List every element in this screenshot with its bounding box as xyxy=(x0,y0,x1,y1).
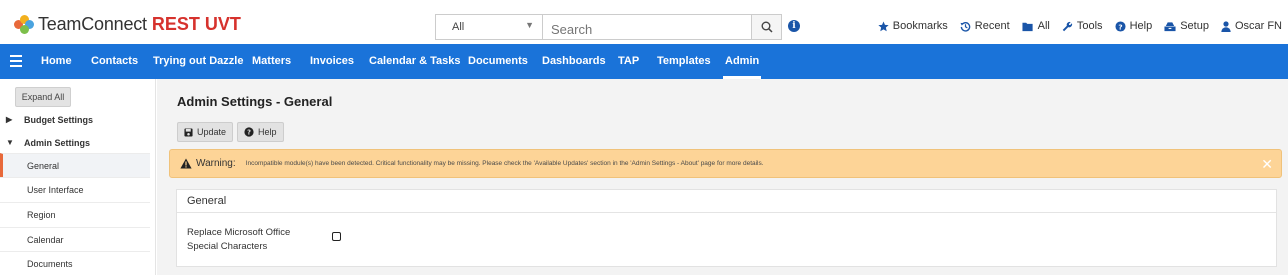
close-icon[interactable]: ✕ xyxy=(1261,156,1273,173)
warning-banner: Warning: Incompatible module(s) have bee… xyxy=(169,149,1282,178)
help-circle-icon: ? xyxy=(244,127,254,137)
info-icon[interactable]: i xyxy=(788,20,800,32)
sidebar-group-label: Admin Settings xyxy=(24,138,91,148)
sidebar-item-region[interactable]: Region xyxy=(0,202,150,226)
recent-link[interactable]: Recent xyxy=(960,20,1010,32)
sidebar-item-general[interactable]: General xyxy=(0,153,150,177)
sidebar-item-user-interface[interactable]: User Interface xyxy=(0,177,150,201)
warning-icon xyxy=(180,158,192,169)
help-link[interactable]: ? Help xyxy=(1115,20,1153,32)
sidebar-item-documents[interactable]: Documents xyxy=(0,251,150,275)
sidebar-item-calendar[interactable]: Calendar xyxy=(0,227,150,251)
field-label-line: Replace Microsoft Office xyxy=(187,227,291,238)
folder-icon xyxy=(1022,22,1033,31)
page-title: Admin Settings - General xyxy=(177,94,333,109)
user-name: Oscar FN xyxy=(1234,20,1282,32)
warning-message: Incompatible module(s) have been detecte… xyxy=(245,160,764,167)
app-name: TeamConnect xyxy=(38,14,147,34)
search-button[interactable] xyxy=(752,14,782,40)
update-label: Update xyxy=(197,127,227,137)
sidebar-group-label: Budget Settings xyxy=(24,115,93,125)
recent-label: Recent xyxy=(974,20,1010,32)
top-header: TeamConnect REST UVT All ▼ i Bookmarks R… xyxy=(0,0,1288,44)
app-environment: REST UVT xyxy=(151,14,241,34)
hamburger-menu-icon[interactable] xyxy=(10,55,22,67)
header-links: Bookmarks Recent All Tools ? Help Setup … xyxy=(866,20,1282,32)
expand-all-button[interactable]: Expand All xyxy=(15,87,71,107)
nav-templates[interactable]: Templates xyxy=(657,44,711,79)
wrench-icon xyxy=(1062,21,1072,31)
help-circle-icon: ? xyxy=(1115,20,1126,32)
bookmarks-label: Bookmarks xyxy=(892,20,948,32)
nav-admin[interactable]: Admin xyxy=(722,44,762,79)
help-button-label: Help xyxy=(258,127,277,137)
chevron-down-icon: ▼ xyxy=(525,20,534,30)
search-scope-select[interactable]: All ▼ xyxy=(435,14,542,40)
nav-matters[interactable]: Matters xyxy=(252,44,291,79)
caret-right-icon: ▶ xyxy=(6,115,13,124)
general-settings-panel: General Replace Microsoft Office Special… xyxy=(176,189,1277,267)
sidebar-group-budget-settings[interactable]: ▶ Budget Settings xyxy=(0,109,150,131)
setup-link[interactable]: Setup xyxy=(1164,20,1209,32)
app-logo[interactable]: TeamConnect REST UVT xyxy=(14,14,241,35)
nav-trying-out-dazzle[interactable]: Trying out Dazzle xyxy=(153,44,243,79)
setup-label: Setup xyxy=(1180,20,1209,32)
admin-sidebar: Expand All ▶ Budget Settings ▼ Admin Set… xyxy=(0,79,156,275)
tools-link[interactable]: Tools xyxy=(1062,20,1103,32)
search-input[interactable] xyxy=(542,14,752,40)
user-icon xyxy=(1221,20,1231,32)
replace-special-chars-label: Replace Microsoft Office Special Charact… xyxy=(187,226,317,254)
user-menu[interactable]: Oscar FN xyxy=(1221,20,1282,32)
nav-home[interactable]: Home xyxy=(41,44,72,79)
bookmarks-link[interactable]: Bookmarks xyxy=(878,20,948,32)
nav-documents[interactable]: Documents xyxy=(468,44,528,79)
svg-text:?: ? xyxy=(1118,22,1122,31)
save-icon xyxy=(184,127,193,137)
tools-label: Tools xyxy=(1076,20,1103,32)
search-bar: All ▼ xyxy=(435,14,782,40)
replace-special-chars-checkbox[interactable] xyxy=(332,232,341,241)
nav-tap[interactable]: TAP xyxy=(618,44,639,79)
setup-icon xyxy=(1164,21,1176,31)
help-label: Help xyxy=(1129,20,1153,32)
svg-text:?: ? xyxy=(247,129,251,137)
search-icon xyxy=(761,21,773,33)
main-content: Admin Settings - General Update ? Help W… xyxy=(157,79,1288,275)
nav-invoices[interactable]: Invoices xyxy=(310,44,354,79)
help-button[interactable]: ? Help xyxy=(237,122,284,142)
field-label-line: Special Characters xyxy=(187,241,268,252)
nav-contacts[interactable]: Contacts xyxy=(91,44,138,79)
all-link[interactable]: All xyxy=(1022,20,1050,32)
update-button[interactable]: Update xyxy=(177,122,234,142)
logo-icon xyxy=(14,14,34,35)
history-icon xyxy=(960,21,971,32)
sidebar-group-admin-settings[interactable]: ▼ Admin Settings xyxy=(0,132,150,154)
star-icon xyxy=(878,20,889,31)
caret-down-icon: ▼ xyxy=(6,138,14,147)
panel-title: General xyxy=(177,190,1276,213)
all-label: All xyxy=(1037,20,1050,32)
nav-calendar-tasks[interactable]: Calendar & Tasks xyxy=(369,44,461,79)
warning-label: Warning: xyxy=(196,158,236,169)
search-scope-value: All xyxy=(452,21,465,33)
nav-dashboards[interactable]: Dashboards xyxy=(542,44,606,79)
main-navigation: Home Contacts Trying out Dazzle Matters … xyxy=(0,44,1288,79)
